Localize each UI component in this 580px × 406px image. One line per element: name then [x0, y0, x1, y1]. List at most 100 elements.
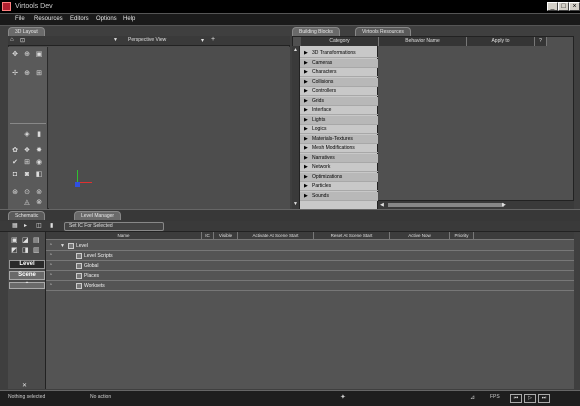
new-object-icon[interactable]: ▣: [11, 236, 18, 244]
scroll-thumb[interactable]: [388, 203, 504, 207]
lm-row-level-scripts[interactable]: ◔ Level Scripts: [46, 251, 574, 261]
select-region-icon[interactable]: ⊕: [23, 51, 31, 59]
tab-level-manager[interactable]: Level Manager: [74, 211, 122, 220]
material-icon[interactable]: ◉: [35, 159, 43, 167]
orbit-icon[interactable]: ⊚: [35, 189, 43, 197]
category-item[interactable]: ▶ Network: [300, 163, 378, 172]
play-button[interactable]: ▷: [524, 394, 536, 403]
expand-arrow-icon[interactable]: ▶: [304, 154, 308, 163]
zoom-icon[interactable]: ⊛: [11, 189, 19, 197]
lm-col-activate[interactable]: Activate At Scene Start: [238, 232, 314, 240]
expand-arrow-icon[interactable]: ▶: [304, 59, 308, 68]
place-icon[interactable]: ◧: [35, 171, 43, 179]
camera-tool-icon[interactable]: ◈: [23, 131, 31, 139]
lm-col-priority[interactable]: Priority: [450, 232, 474, 240]
lm-row-places[interactable]: ◔ Places: [46, 271, 574, 281]
visibility-eye-icon[interactable]: ◔: [49, 252, 52, 258]
fov-icon[interactable]: ⊗: [35, 199, 43, 207]
category-item[interactable]: ▶ Logics: [300, 125, 378, 134]
create-curve-icon[interactable]: ✸: [35, 147, 43, 155]
category-item[interactable]: ▶ Characters: [300, 68, 378, 77]
rotate-icon[interactable]: ⊕: [23, 70, 31, 78]
category-item[interactable]: ▶ Lights: [300, 115, 378, 125]
new-place-icon[interactable]: ▤: [33, 236, 40, 244]
camera-icon[interactable]: ⌂: [10, 37, 14, 43]
category-item[interactable]: ▶ Sounds: [300, 191, 378, 201]
tab-3d-layout[interactable]: 3D Layout: [8, 27, 45, 36]
tab-virtools-resources[interactable]: Virtools Resources: [355, 27, 411, 36]
expand-arrow-icon[interactable]: ▶: [304, 125, 308, 134]
menu-resources[interactable]: Resources: [34, 16, 63, 22]
new-scene-icon[interactable]: ◩: [11, 246, 18, 254]
level-tool-icon[interactable]: ▦: [12, 222, 18, 229]
expand-arrow-icon[interactable]: ▶: [304, 106, 308, 115]
level-tool4-icon[interactable]: ▮: [50, 222, 53, 229]
scene-button[interactable]: Scene: [9, 271, 45, 280]
category-item[interactable]: ▶ Optimizations: [300, 172, 378, 182]
camera-menu-icon[interactable]: ▾: [201, 37, 204, 44]
maximize-button[interactable]: □: [558, 2, 569, 11]
expand-arrow-icon[interactable]: ▶: [304, 97, 308, 106]
lm-col-active-now[interactable]: Active Now: [390, 232, 450, 240]
new-group-icon[interactable]: ◪: [22, 236, 29, 244]
lm-row-global[interactable]: ◔ Global: [46, 261, 574, 271]
category-item[interactable]: ▶ 3D Transformations: [300, 49, 378, 58]
level-tool2-icon[interactable]: ▸: [24, 222, 27, 229]
rewind-button[interactable]: ⏮: [510, 394, 522, 403]
behavior-hscrollbar[interactable]: ◀ ▶: [378, 200, 574, 209]
portal-icon[interactable]: ◙: [23, 171, 31, 179]
expand-arrow-icon[interactable]: ▶: [304, 78, 308, 87]
dolly-icon[interactable]: ◬: [23, 199, 31, 207]
category-item[interactable]: ▶ Collisions: [300, 77, 378, 87]
expand-arrow-icon[interactable]: ▶: [304, 49, 308, 58]
scale-icon[interactable]: ⊞: [35, 70, 43, 78]
create-mesh-icon[interactable]: ❖: [23, 147, 31, 155]
check-icon[interactable]: ✔: [11, 159, 19, 167]
col-help[interactable]: ?: [535, 37, 547, 46]
category-item[interactable]: ▶ Interface: [300, 106, 378, 115]
visibility-eye-icon[interactable]: ◔: [49, 262, 52, 268]
expand-arrow-icon[interactable]: ▶: [304, 192, 308, 201]
minimize-button[interactable]: _: [547, 2, 558, 11]
category-item[interactable]: ▶ Mesh Modifications: [300, 144, 378, 153]
expand-arrow-icon[interactable]: ▶: [304, 144, 308, 153]
collapse-icon[interactable]: ✕: [22, 382, 27, 389]
category-item[interactable]: ▶ Controllers: [300, 87, 378, 96]
expand-arrow-icon[interactable]: ▶: [304, 173, 308, 182]
menu-help[interactable]: Help: [123, 16, 135, 22]
lm-col-ic[interactable]: IC: [202, 232, 214, 240]
view-icon[interactable]: ⊡: [20, 37, 25, 44]
lm-col-reset[interactable]: Reset At Scene Start: [314, 232, 390, 240]
lm-row-worksets[interactable]: ◔ Worksets: [46, 281, 574, 291]
lm-col-name[interactable]: Name: [46, 232, 202, 240]
expand-arrow-icon[interactable]: ▶: [304, 135, 308, 144]
category-item[interactable]: ▶ Cameras: [300, 58, 378, 68]
set-ic-button[interactable]: Set IC For Selected: [64, 222, 164, 231]
expand-arrow-icon[interactable]: ▶: [304, 68, 308, 77]
scroll-right-icon[interactable]: ▶: [502, 202, 506, 208]
move-icon[interactable]: ✢: [11, 70, 19, 78]
scroll-left-icon[interactable]: ◀: [380, 202, 384, 208]
level-tool3-icon[interactable]: ◫: [36, 222, 42, 229]
expand-icon[interactable]: ▼: [60, 243, 65, 249]
category-item[interactable]: ▶ Grids: [300, 96, 378, 106]
expand-arrow-icon[interactable]: ▶: [304, 116, 308, 125]
expand-arrow-icon[interactable]: ▶: [304, 87, 308, 96]
category-item[interactable]: ▶ Particles: [300, 182, 378, 191]
3d-viewport[interactable]: [49, 47, 290, 209]
texture-icon[interactable]: ◘: [11, 171, 19, 179]
menu-file[interactable]: File: [15, 16, 25, 22]
camera-select[interactable]: Perspective View: [128, 37, 166, 43]
light-tool-icon[interactable]: ▮: [35, 131, 43, 139]
col-category[interactable]: Category: [301, 37, 379, 46]
pan-icon[interactable]: ⊙: [23, 189, 31, 197]
tab-building-blocks[interactable]: Building Blocks: [292, 27, 340, 36]
add-view-button[interactable]: +: [211, 36, 215, 43]
expand-arrow-icon[interactable]: ▶: [304, 182, 308, 191]
camera-dropdown-arrow[interactable]: ▼: [113, 37, 118, 43]
menu-editors[interactable]: Editors: [70, 16, 89, 22]
scroll-up-icon[interactable]: ▲: [293, 47, 298, 53]
expand-arrow-icon[interactable]: ▶: [304, 163, 308, 172]
create-3d-frame-icon[interactable]: ✿: [11, 147, 19, 155]
new-script-icon[interactable]: ◨: [22, 246, 29, 254]
